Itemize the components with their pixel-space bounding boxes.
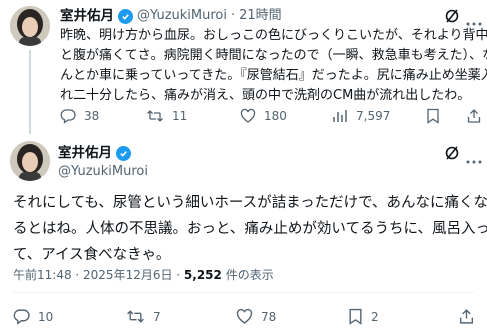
repost-count: 11 [172,109,188,123]
repost-icon [126,308,145,325]
views-icon [332,108,348,124]
timestamp[interactable]: 午前11:48 · 2025年12月6日 · [13,268,184,282]
thread-connector [29,50,31,134]
repost-count: 7 [153,309,161,324]
tweet-text-line: て、アイス食べなきゃ。 [13,247,171,263]
tweet-text: それにしても、尿管という細いホースが詰まっただけで、あんなに痛くな るとはね。人… [13,190,487,268]
tweet-text-line: んとか車に乗っていってきた。『尿管結石』だったよ。尻に痛み止め坐薬入 [60,68,487,83]
reply-button[interactable]: 10 [13,308,53,325]
reply-button[interactable]: 38 [60,108,99,124]
verified-badge-icon [116,145,131,161]
reply-count: 38 [84,109,100,123]
avatar[interactable] [10,141,50,181]
tweet-meta: 午前11:48 · 2025年12月6日 · 5,252 件の表示 [13,266,274,283]
tweet-time[interactable]: 21時間 [239,8,282,24]
share-icon[interactable] [466,108,482,128]
author-name[interactable]: 室井佑月 [58,145,112,161]
tweet-text: 昨晩、明け方から血尿。おしっこの色にびっくりこいたが、それより背中 と腹が痛くて… [60,26,487,106]
views-button[interactable]: 7,597 [332,108,390,124]
reply-icon [60,108,76,124]
reply-count: 10 [38,309,54,324]
bookmark-button[interactable]: 2 [348,308,379,325]
divider [13,292,474,293]
repost-button[interactable]: 7 [126,308,161,325]
views-total: 5,252 [183,268,222,282]
tweet-text-line: と腹が痛くてさ。病院開く時間になったので（一瞬、救急車も考えた）、な [60,48,487,63]
tweet-text-line: れ二十分したら、痛みが消え、頭の中で洗剤のCM曲が流れ出したわ。 [60,88,471,103]
views-label: 件の表示 [221,268,274,282]
grok-icon[interactable] [444,8,460,28]
repost-icon [146,108,164,124]
repost-button[interactable]: 11 [146,108,187,124]
reply-icon [13,308,30,325]
author-handle[interactable]: @YuzukiMuroi [58,164,148,180]
author-handle[interactable]: @YuzukiMuroi [137,8,227,24]
separator: · [230,8,236,23]
like-count: 78 [261,309,277,324]
more-icon[interactable] [466,150,482,169]
like-icon [236,308,253,325]
bookmark-icon[interactable] [426,108,440,128]
like-button[interactable]: 180 [240,108,287,124]
tweet-text-line: 昨晩、明け方から血尿。おしっこの色にびっくりこいたが、それより背中 [60,28,487,43]
verified-badge-icon [118,8,133,24]
like-icon [240,108,256,124]
author-name[interactable]: 室井佑月 [60,8,114,24]
share-icon[interactable] [458,308,475,329]
tweet-text-line: それにしても、尿管という細いホースが詰まっただけで、あんなに痛くな [13,195,487,211]
bookmark-count: 2 [371,309,379,324]
views-count: 7,597 [356,109,391,123]
avatar[interactable] [10,6,50,46]
grok-icon[interactable] [444,145,460,165]
like-button[interactable]: 78 [236,308,276,325]
tweet-text-line: るとはね。人体の不思議。おっと、痛み止めが効いてるうちに、風呂入っ [13,221,487,237]
bookmark-icon [348,308,363,325]
like-count: 180 [264,109,287,123]
